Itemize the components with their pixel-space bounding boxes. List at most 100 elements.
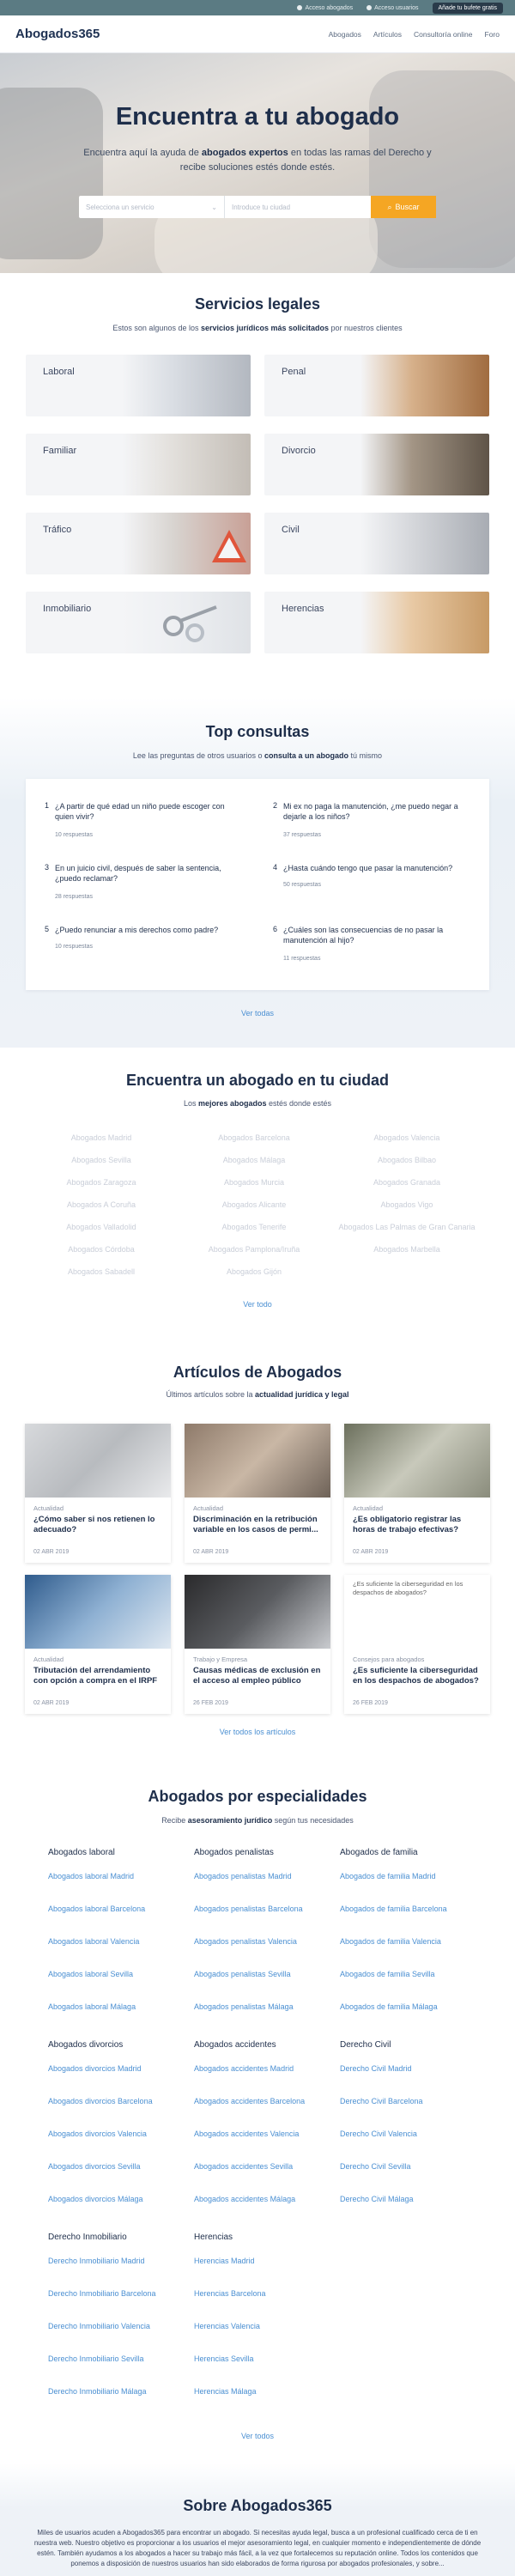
specialty-link[interactable]: Abogados laboral Sevilla: [48, 1970, 133, 1978]
question-number: 1: [45, 801, 50, 810]
city-link[interactable]: Abogados Sevilla: [24, 1156, 179, 1164]
city-link[interactable]: Abogados Málaga: [177, 1156, 331, 1164]
service-card-familiar[interactable]: Familiar: [26, 434, 251, 495]
article-card[interactable]: Actualidad Tributación del arrendamiento…: [25, 1575, 171, 1714]
city-link[interactable]: Abogados Granada: [330, 1178, 484, 1187]
consultas-card: 1 ¿A partir de qué edad un niño puede es…: [26, 779, 489, 990]
specialty-link[interactable]: Derecho Inmobiliario Málaga: [48, 2387, 147, 2396]
city-link[interactable]: Abogados Barcelona: [177, 1133, 331, 1142]
articulos-sub-bold: actualidad jurídica y legal: [255, 1390, 349, 1399]
specialty-link[interactable]: Derecho Civil Barcelona: [340, 2097, 423, 2105]
specialty-link[interactable]: Herencias Sevilla: [194, 2354, 254, 2363]
specialty-link[interactable]: Abogados penalistas Barcelona: [194, 1905, 303, 1913]
service-label: Penal: [282, 367, 306, 377]
search-button[interactable]: ⌕ Buscar: [371, 196, 436, 218]
specialty-link[interactable]: Abogados de familia Málaga: [340, 2002, 438, 2011]
nav-foro[interactable]: Foro: [485, 30, 500, 39]
question-text: En un juicio civil, después de saber la …: [55, 864, 221, 883]
service-card-divorcio[interactable]: Divorcio: [264, 434, 489, 495]
specialty-link[interactable]: Abogados accidentes Madrid: [194, 2064, 294, 2073]
specialty-link[interactable]: Abogados penalistas Madrid: [194, 1872, 292, 1880]
specialty-link[interactable]: Abogados laboral Madrid: [48, 1872, 134, 1880]
specialty-link[interactable]: Herencias Valencia: [194, 2322, 260, 2330]
specialty-link[interactable]: Derecho Civil Sevilla: [340, 2162, 411, 2171]
specialty-link[interactable]: Abogados divorcios Valencia: [48, 2129, 147, 2138]
specialty-link[interactable]: Abogados de familia Valencia: [340, 1937, 441, 1946]
especialidades-subtitle: Recibe asesoramiento jurídico según tus …: [0, 1816, 515, 1825]
city-link[interactable]: Abogados Valladolid: [24, 1223, 179, 1231]
service-card-inmobiliario[interactable]: Inmobiliario: [26, 592, 251, 653]
specialty-link[interactable]: Abogados divorcios Barcelona: [48, 2097, 153, 2105]
specialty-link[interactable]: Abogados penalistas Sevilla: [194, 1970, 291, 1978]
city-link[interactable]: Abogados Córdoba: [24, 1245, 179, 1254]
user-icon: [297, 5, 303, 10]
specialty-link[interactable]: Abogados laboral Valencia: [48, 1937, 139, 1946]
specialty-link[interactable]: Abogados divorcios Málaga: [48, 2195, 143, 2203]
specialty-link[interactable]: Derecho Inmobiliario Sevilla: [48, 2354, 144, 2363]
specialty-link[interactable]: Herencias Málaga: [194, 2387, 257, 2396]
service-card-trafico[interactable]: Tráfico: [26, 513, 251, 574]
city-link[interactable]: Abogados Bilbao: [330, 1156, 484, 1164]
specialty-link[interactable]: Herencias Madrid: [194, 2257, 255, 2265]
specialty-link[interactable]: Derecho Civil Málaga: [340, 2195, 414, 2203]
specialty-link[interactable]: Abogados accidentes Málaga: [194, 2195, 295, 2203]
specialty-link[interactable]: Derecho Inmobiliario Valencia: [48, 2322, 150, 2330]
city-link[interactable]: Abogados Marbella: [330, 1245, 484, 1254]
city-link[interactable]: Abogados Tenerife: [177, 1223, 331, 1231]
user-login-link[interactable]: Acceso usuarios: [367, 5, 419, 11]
specialty-link[interactable]: Abogados divorcios Madrid: [48, 2064, 142, 2073]
specialty-link[interactable]: Abogados accidentes Valencia: [194, 2129, 299, 2138]
specialty-link[interactable]: Abogados de familia Barcelona: [340, 1905, 447, 1913]
lawyer-login-link[interactable]: Acceso abogados: [297, 5, 353, 11]
ver-todas-consultas-link[interactable]: Ver todas: [0, 1009, 515, 1018]
nav-consultoria[interactable]: Consultoría online: [414, 30, 473, 39]
specialty-link[interactable]: Derecho Civil Valencia: [340, 2129, 417, 2138]
nav-articulos[interactable]: Artículos: [373, 30, 402, 39]
specialty-link[interactable]: Herencias Barcelona: [194, 2289, 266, 2298]
specialty-link[interactable]: Abogados accidentes Barcelona: [194, 2097, 305, 2105]
city-link[interactable]: Abogados Pamplona/Iruña: [177, 1245, 331, 1254]
city-link[interactable]: Abogados Alicante: [177, 1200, 331, 1209]
specialty-link[interactable]: Derecho Inmobiliario Barcelona: [48, 2289, 156, 2298]
city-link[interactable]: Abogados Vigo: [330, 1200, 484, 1209]
city-link[interactable]: Abogados Las Palmas de Gran Canaria: [330, 1223, 484, 1231]
logo[interactable]: Abogados365: [15, 27, 100, 41]
article-card[interactable]: ¿Es suficiente la ciberseguridad en los …: [344, 1575, 490, 1714]
add-firm-button[interactable]: Añade tu bufete gratis: [432, 2, 503, 14]
nav-abogados[interactable]: Abogados: [329, 30, 361, 39]
specialty-link[interactable]: Abogados penalistas Valencia: [194, 1937, 297, 1946]
specialty-link[interactable]: Derecho Inmobiliario Madrid: [48, 2257, 145, 2265]
paperwork-image: [360, 513, 489, 574]
city-link[interactable]: Abogados Gijón: [177, 1267, 331, 1276]
specialty-link[interactable]: Abogados de familia Madrid: [340, 1872, 436, 1880]
service-card-civil[interactable]: Civil: [264, 513, 489, 574]
city-link[interactable]: Abogados Madrid: [24, 1133, 179, 1142]
ver-todos-especialidades-link[interactable]: Ver todos: [0, 2432, 515, 2440]
service-card-penal[interactable]: Penal: [264, 355, 489, 416]
city-link[interactable]: Abogados Murcia: [177, 1178, 331, 1187]
service-select[interactable]: Selecciona un servicio ⌄: [79, 196, 225, 218]
city-link[interactable]: Abogados Sabadell: [24, 1267, 179, 1276]
specialty-link[interactable]: Abogados de familia Sevilla: [340, 1970, 435, 1978]
city-input[interactable]: Introduce tu ciudad: [225, 196, 371, 218]
specialty-link[interactable]: Abogados accidentes Sevilla: [194, 2162, 293, 2171]
service-card-herencias[interactable]: Herencias: [264, 592, 489, 653]
article-card[interactable]: Actualidad ¿Es obligatorio registrar las…: [344, 1424, 490, 1563]
ver-todos-articulos-link[interactable]: Ver todos los artículos: [0, 1728, 515, 1736]
service-label: Laboral: [43, 367, 75, 377]
article-card[interactable]: Actualidad Discriminación en la retribuc…: [185, 1424, 330, 1563]
house-keys-image: [122, 592, 251, 653]
article-card[interactable]: Actualidad ¿Cómo saber si nos retienen l…: [25, 1424, 171, 1563]
service-card-laboral[interactable]: Laboral: [26, 355, 251, 416]
city-link[interactable]: Abogados Valencia: [330, 1133, 484, 1142]
specialty-link[interactable]: Abogados penalistas Málaga: [194, 2002, 294, 2011]
ver-todo-ciudades-link[interactable]: Ver todo: [0, 1300, 515, 1309]
lawyer-login-label: Acceso abogados: [305, 4, 354, 11]
article-card[interactable]: Trabajo y Empresa Causas médicas de excl…: [185, 1575, 330, 1714]
specialty-link[interactable]: Abogados laboral Barcelona: [48, 1905, 145, 1913]
city-link[interactable]: Abogados A Coruña: [24, 1200, 179, 1209]
specialty-link[interactable]: Derecho Civil Madrid: [340, 2064, 412, 2073]
city-link[interactable]: Abogados Zaragoza: [24, 1178, 179, 1187]
specialty-link[interactable]: Abogados divorcios Sevilla: [48, 2162, 141, 2171]
specialty-link[interactable]: Abogados laboral Málaga: [48, 2002, 136, 2011]
